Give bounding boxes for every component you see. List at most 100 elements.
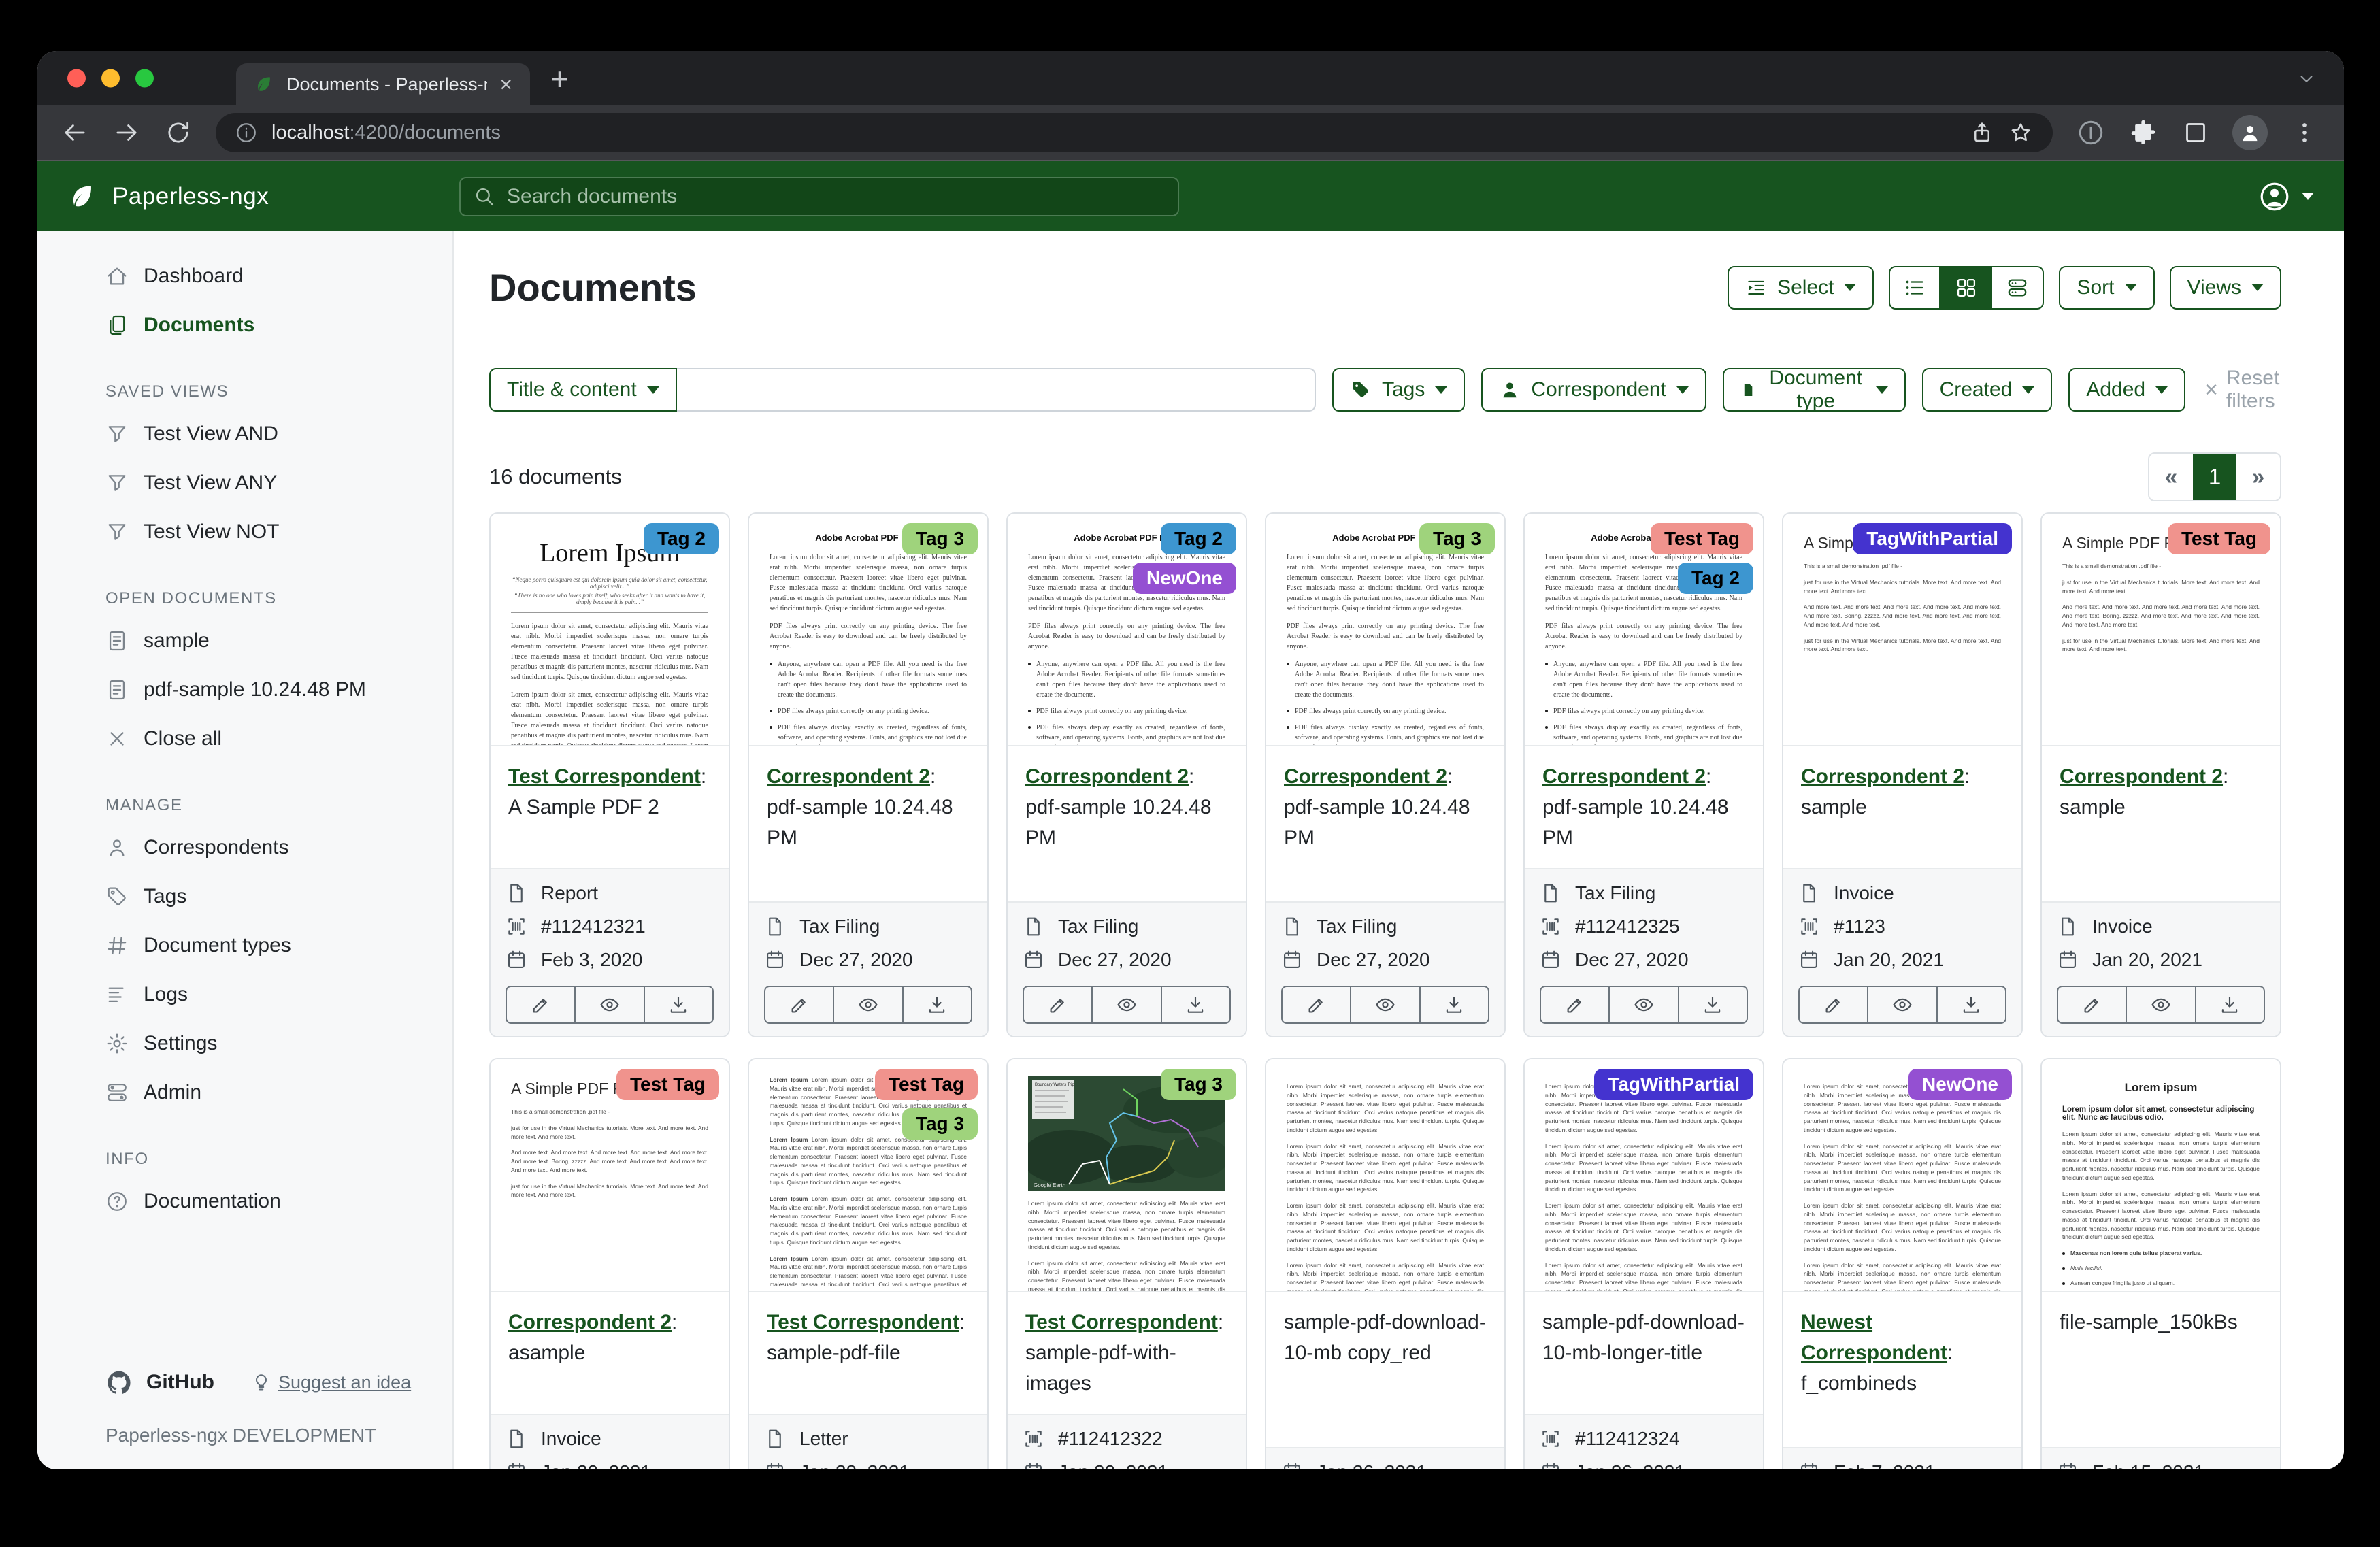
url-bar[interactable]: localhost:4200/documents bbox=[216, 113, 2053, 152]
browser-profile-avatar[interactable] bbox=[2232, 115, 2268, 150]
download-button[interactable] bbox=[1161, 987, 1229, 1022]
tag-chip-tagwithpartial[interactable]: TagWithPartial bbox=[1853, 523, 2012, 554]
sidebar-item-tags[interactable]: Tags bbox=[37, 872, 452, 921]
view-button[interactable] bbox=[2126, 987, 2194, 1022]
view-button[interactable] bbox=[574, 987, 643, 1022]
pagination-prev-button[interactable]: « bbox=[2149, 454, 2193, 500]
tag-chip-tag-3[interactable]: Tag 3 bbox=[902, 1108, 978, 1140]
document-card-title[interactable]: Correspondent 2: sample bbox=[2042, 746, 2280, 901]
sidebar-item-document-types[interactable]: Document types bbox=[37, 921, 452, 970]
filter-text-input[interactable] bbox=[677, 368, 1316, 412]
minimize-window-button[interactable] bbox=[101, 69, 120, 88]
zoom-window-button[interactable] bbox=[135, 69, 154, 88]
sidebar-item-pdf-sample-10-24-48-pm[interactable]: pdf-sample 10.24.48 PM bbox=[37, 665, 452, 714]
document-thumbnail[interactable]: Adobe Acrobat PDF Files Lorem ipsum dolo… bbox=[1266, 514, 1504, 746]
extensions-puzzle-icon[interactable] bbox=[2129, 118, 2159, 148]
bookmark-star-icon[interactable] bbox=[2008, 120, 2034, 146]
view-button[interactable] bbox=[833, 987, 902, 1022]
share-icon[interactable] bbox=[1970, 120, 1994, 145]
browser-menu-kebab-icon[interactable] bbox=[2291, 119, 2318, 146]
document-thumbnail[interactable]: Adobe Acrobat PDF Files Lorem ipsum dolo… bbox=[1008, 514, 1246, 746]
tag-chip-test-tag[interactable]: Test Tag bbox=[875, 1069, 978, 1100]
correspondent-link[interactable]: Correspondent 2 bbox=[1025, 765, 1189, 788]
detail-view-button[interactable] bbox=[1992, 266, 2044, 310]
correspondent-link[interactable]: Correspondent 2 bbox=[508, 1311, 672, 1333]
filter-added-button[interactable]: Added bbox=[2068, 368, 2185, 412]
sidebar-item-test-view-any[interactable]: Test View ANY bbox=[37, 459, 452, 508]
document-thumbnail[interactable]: Lorem ipsum dolor sit amet, consectetur … bbox=[1525, 1059, 1763, 1292]
global-search[interactable] bbox=[459, 177, 1179, 216]
reload-icon[interactable] bbox=[164, 118, 193, 147]
document-card-title[interactable]: Test Correspondent: A Sample PDF 2 bbox=[491, 746, 729, 868]
document-card-title[interactable]: Correspondent 2: asample bbox=[491, 1292, 729, 1414]
document-card-title[interactable]: Correspondent 2: pdf-sample 10.24.48 PM bbox=[1525, 746, 1763, 868]
reset-filters-button[interactable]: × Reset filters bbox=[2204, 367, 2281, 413]
tag-chip-tag-2[interactable]: Tag 2 bbox=[1678, 563, 1753, 594]
edit-button[interactable] bbox=[1283, 987, 1350, 1022]
document-card-title[interactable]: Correspondent 2: pdf-sample 10.24.48 PM bbox=[1266, 746, 1504, 901]
tag-chip-tag-3[interactable]: Tag 3 bbox=[1419, 523, 1495, 554]
back-icon[interactable] bbox=[61, 118, 89, 147]
correspondent-link[interactable]: Correspondent 2 bbox=[1542, 765, 1706, 788]
document-thumbnail[interactable]: Adobe Acrobat PDF Files Lorem ipsum dolo… bbox=[749, 514, 987, 746]
document-thumbnail[interactable]: A Simple PDF File This is a small demons… bbox=[491, 1059, 729, 1292]
document-thumbnail[interactable]: Boundary Waters Trip Google Earth Lorem … bbox=[1008, 1059, 1246, 1292]
document-thumbnail[interactable]: Lorem Ipsum Lorem ipsum dolor sit amet, … bbox=[749, 1059, 987, 1292]
document-card-title[interactable]: sample-pdf-download-10-mb-longer-title bbox=[1525, 1292, 1763, 1414]
sidebar-item-test-view-and[interactable]: Test View AND bbox=[37, 410, 452, 459]
download-button[interactable] bbox=[2195, 987, 2264, 1022]
github-link[interactable]: GitHub bbox=[146, 1371, 214, 1394]
tag-chip-newone[interactable]: NewOne bbox=[1908, 1069, 2012, 1100]
edit-button[interactable] bbox=[1800, 987, 1867, 1022]
close-window-button[interactable] bbox=[67, 69, 86, 88]
pagination-page-1[interactable]: 1 bbox=[2193, 454, 2236, 500]
edit-button[interactable] bbox=[1024, 987, 1091, 1022]
document-thumbnail[interactable]: Lorem ipsum dolor sit amet, consectetur … bbox=[1266, 1059, 1504, 1292]
document-card-title[interactable]: Correspondent 2: pdf-sample 10.24.48 PM bbox=[1008, 746, 1246, 901]
side-panel-icon[interactable] bbox=[2182, 119, 2209, 146]
document-card-title[interactable]: Newest Correspondent: f_combineds bbox=[1783, 1292, 2021, 1447]
grid-view-button[interactable] bbox=[1940, 266, 1992, 310]
list-view-button[interactable] bbox=[1889, 266, 1940, 310]
document-card-title[interactable]: Correspondent 2: sample bbox=[1783, 746, 2021, 868]
view-button[interactable] bbox=[1350, 987, 1419, 1022]
edit-button[interactable] bbox=[1541, 987, 1608, 1022]
download-button[interactable] bbox=[1936, 987, 2005, 1022]
filter-created-button[interactable]: Created bbox=[1922, 368, 2053, 412]
edit-button[interactable] bbox=[507, 987, 574, 1022]
sidebar-item-correspondents[interactable]: Correspondents bbox=[37, 823, 452, 872]
correspondent-link[interactable]: Test Correspondent bbox=[1025, 1311, 1218, 1333]
correspondent-link[interactable]: Correspondent 2 bbox=[1284, 765, 1447, 788]
tag-chip-tag-3[interactable]: Tag 3 bbox=[902, 523, 978, 554]
filter-document-type-button[interactable]: Document type bbox=[1723, 368, 1906, 412]
document-card-title[interactable]: file-sample_150kBs bbox=[2042, 1292, 2280, 1447]
user-menu[interactable] bbox=[2258, 180, 2314, 213]
tag-chip-test-tag[interactable]: Test Tag bbox=[2168, 523, 2270, 554]
correspondent-link[interactable]: Test Correspondent bbox=[508, 765, 701, 788]
app-brand[interactable]: Paperless-ngx bbox=[67, 182, 459, 212]
document-thumbnail[interactable]: Adobe Acrobat PDF Files Lorem ipsum dolo… bbox=[1525, 514, 1763, 746]
correspondent-link[interactable]: Test Correspondent bbox=[767, 1311, 959, 1333]
sidebar-item-admin[interactable]: Admin bbox=[37, 1068, 452, 1117]
tag-chip-tag-2[interactable]: Tag 2 bbox=[1161, 523, 1236, 554]
correspondent-link[interactable]: Correspondent 2 bbox=[767, 765, 930, 788]
filter-field-button[interactable]: Title & content bbox=[489, 368, 677, 412]
tag-chip-newone[interactable]: NewOne bbox=[1133, 563, 1236, 594]
document-thumbnail[interactable]: Lorem Ipsum “Neque porro quisquam est qu… bbox=[491, 514, 729, 746]
view-button[interactable] bbox=[1091, 987, 1160, 1022]
document-thumbnail[interactable]: A Simple PDF File This is a small demons… bbox=[1783, 514, 2021, 746]
document-thumbnail[interactable]: Lorem ipsum dolor sit amet, consectetur … bbox=[1783, 1059, 2021, 1292]
download-button[interactable] bbox=[1678, 987, 1747, 1022]
download-button[interactable] bbox=[902, 987, 971, 1022]
sidebar-item-close-all[interactable]: Close all bbox=[37, 714, 452, 763]
document-card-title[interactable]: Test Correspondent: sample-pdf-file bbox=[749, 1292, 987, 1414]
tab-close-icon[interactable]: × bbox=[499, 73, 512, 95]
filter-correspondent-button[interactable]: Correspondent bbox=[1481, 368, 1706, 412]
edit-button[interactable] bbox=[2058, 987, 2126, 1022]
sidebar-item-settings[interactable]: Settings bbox=[37, 1019, 452, 1068]
correspondent-link[interactable]: Newest Correspondent bbox=[1801, 1311, 1947, 1364]
document-card-title[interactable]: Correspondent 2: pdf-sample 10.24.48 PM bbox=[749, 746, 987, 901]
document-thumbnail[interactable]: A Simple PDF File This is a small demons… bbox=[2042, 514, 2280, 746]
filter-tags-button[interactable]: Tags bbox=[1332, 368, 1465, 412]
sidebar-item-documents[interactable]: Documents bbox=[37, 301, 452, 350]
